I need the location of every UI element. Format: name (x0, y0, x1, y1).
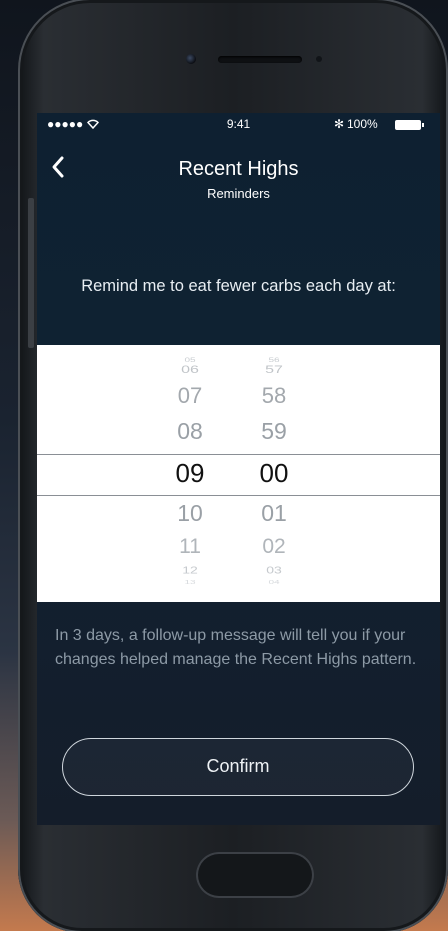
minute-option[interactable]: 01 (251, 500, 297, 527)
hour-option[interactable]: 10 (167, 500, 213, 527)
hour-option[interactable]: 08 (167, 418, 213, 445)
minute-option[interactable]: 03 (251, 564, 297, 575)
page-title: Recent Highs (178, 158, 299, 180)
navigation-bar: Recent Highs Reminders (37, 153, 440, 213)
minute-wheel[interactable]: 56 57 58 59 00 01 02 03 04 (251, 345, 311, 602)
home-button[interactable] (196, 852, 314, 898)
selection-line-top (37, 454, 440, 455)
minute-option[interactable]: 57 (251, 364, 297, 377)
hour-option[interactable]: 07 (167, 383, 213, 409)
status-time: 9:41 (226, 117, 251, 131)
time-picker[interactable]: 05 06 07 08 09 10 11 12 13 56 57 58 59 0… (37, 345, 440, 602)
status-bar: ●●●●● 9:41 ✻ 100% (37, 113, 440, 137)
hour-wheel[interactable]: 05 06 07 08 09 10 11 12 13 (167, 345, 227, 602)
minute-option[interactable]: 04 (251, 580, 297, 586)
selected-minute[interactable]: 00 (251, 458, 297, 489)
hour-option[interactable]: 13 (167, 580, 213, 586)
app-screen: ●●●●● 9:41 ✻ 100% Recent Highs Reminders… (37, 113, 440, 825)
selected-hour[interactable]: 09 (167, 458, 213, 489)
proximity-sensor (316, 56, 322, 62)
battery-icon (395, 120, 424, 130)
minute-option[interactable]: 58 (251, 383, 297, 409)
minute-option[interactable]: 59 (251, 418, 297, 445)
selection-line-bottom (37, 495, 440, 496)
earpiece-speaker (218, 56, 302, 63)
page-subtitle: Reminders (207, 186, 270, 201)
volume-button (28, 198, 34, 348)
minute-option[interactable]: 02 (251, 535, 297, 559)
hour-option[interactable]: 12 (167, 564, 213, 575)
hour-option[interactable]: 11 (167, 535, 213, 559)
battery-percent: 100% (347, 117, 378, 131)
reminder-prompt: Remind me to eat fewer carbs each day at… (81, 277, 396, 295)
bluetooth-icon: ✻ (334, 117, 345, 131)
hour-option[interactable]: 06 (167, 364, 213, 377)
followup-message: In 3 days, a follow-up message will tell… (55, 627, 417, 668)
confirm-button[interactable]: Confirm (62, 738, 414, 796)
front-camera (186, 54, 196, 64)
